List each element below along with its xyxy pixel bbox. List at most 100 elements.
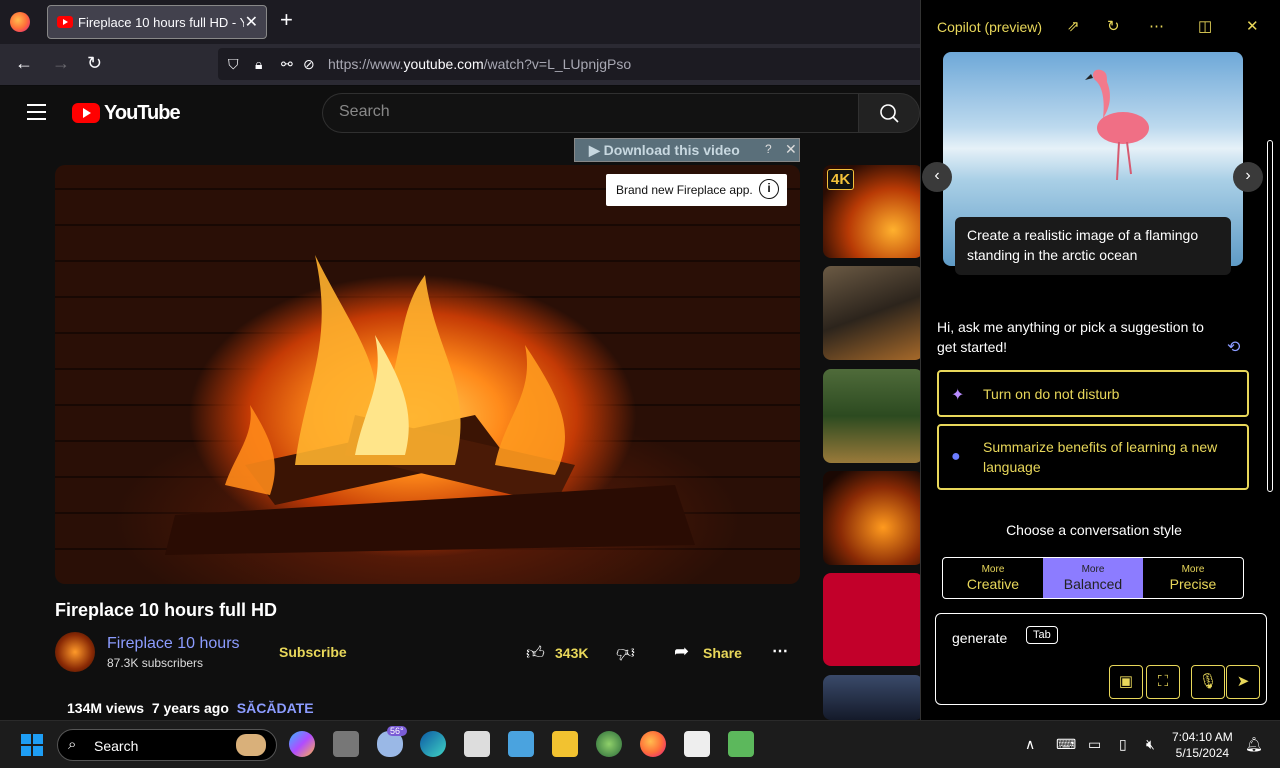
thumbnail-forest[interactable] bbox=[823, 369, 920, 463]
send-icon[interactable]: ➤ bbox=[1226, 665, 1260, 699]
thumbnail-window[interactable] bbox=[823, 675, 920, 720]
permissions-icon[interactable]: ⚯ bbox=[281, 56, 293, 73]
app-popup-text: Brand new Fireplace app. bbox=[616, 183, 753, 197]
search-button[interactable] bbox=[858, 93, 920, 133]
video-meta: 134M views 7 years ago SĂCĂDATE bbox=[67, 700, 314, 716]
network-icon[interactable]: ▯ bbox=[1119, 736, 1127, 753]
conversation-style-header: Choose a conversation style bbox=[1006, 522, 1182, 538]
chevron-up-icon[interactable]: ∧ bbox=[1025, 736, 1035, 753]
search-icon: ⌕ bbox=[68, 736, 77, 753]
refresh-suggestions-icon[interactable]: ⟲ bbox=[1227, 337, 1240, 357]
subscriber-count: 87.3K subscribers bbox=[107, 656, 204, 670]
video-player[interactable] bbox=[55, 165, 800, 584]
terminal-icon[interactable] bbox=[464, 731, 490, 757]
forward-arrow-icon[interactable]: → bbox=[52, 53, 70, 74]
spreadsheet-app-icon[interactable] bbox=[728, 731, 754, 757]
upload-age: 7 years ago bbox=[151, 700, 229, 716]
subscribe-button[interactable]: Subscribe bbox=[279, 644, 347, 660]
style-prefix: More bbox=[1081, 564, 1105, 575]
download-close-icon[interactable]: ✕ bbox=[785, 141, 797, 158]
browser-tab-bar: Fireplace 10 hours full HD - YouTube ✕ + bbox=[0, 0, 920, 44]
thumbnail-red[interactable] bbox=[823, 573, 920, 666]
close-icon[interactable]: ✕ bbox=[1246, 17, 1259, 35]
channel-avatar[interactable] bbox=[55, 632, 95, 672]
refresh-icon[interactable]: ↻ bbox=[1107, 17, 1120, 35]
like-count[interactable]: 343K bbox=[555, 645, 588, 661]
suggestion-label: Turn on do not disturb bbox=[983, 386, 1120, 402]
control-panel-icon[interactable] bbox=[508, 731, 534, 757]
back-arrow-icon[interactable]: ← bbox=[15, 53, 33, 74]
info-icon[interactable]: i bbox=[759, 179, 779, 199]
greeting-text: Hi, ask me anything or pick a suggestion… bbox=[937, 319, 1204, 355]
copilot-scrollbar[interactable] bbox=[1267, 140, 1273, 492]
more-actions-icon[interactable]: ⋯ bbox=[772, 641, 788, 661]
firefox-logo-icon[interactable] bbox=[10, 12, 30, 32]
more-options-icon[interactable]: ⋯ bbox=[1149, 17, 1164, 35]
fire-logs-image bbox=[165, 255, 695, 555]
add-image-icon[interactable]: ▣ bbox=[1109, 665, 1143, 699]
suggestion-do-not-disturb[interactable]: ✦ Turn on do not disturb bbox=[937, 370, 1249, 417]
style-balanced-button[interactable]: More Balanced bbox=[1043, 558, 1143, 598]
search-input[interactable] bbox=[339, 103, 839, 121]
thumbnail-fire[interactable] bbox=[823, 471, 920, 565]
thumbnail-fireplace-4k[interactable]: 4K bbox=[823, 165, 920, 258]
youtube-wordmark[interactable]: YouTube bbox=[104, 102, 181, 125]
microphone-icon[interactable]: 🎙︎ bbox=[1191, 665, 1225, 699]
reload-icon[interactable]: ↻ bbox=[87, 53, 102, 74]
lock-icon[interactable]: 🔒︎ bbox=[255, 56, 262, 73]
open-external-icon[interactable]: ⇗ bbox=[1067, 17, 1080, 35]
style-precise-button[interactable]: More Precise bbox=[1143, 558, 1243, 598]
shield-icon[interactable]: ⛉ bbox=[228, 56, 239, 73]
menu-icon[interactable] bbox=[27, 104, 46, 125]
edge-icon[interactable] bbox=[420, 731, 446, 757]
fireplace-app-popup[interactable]: Brand new Fireplace app. i bbox=[606, 174, 787, 206]
copilot-taskbar-icon[interactable] bbox=[289, 731, 315, 757]
file-explorer-icon[interactable] bbox=[552, 731, 578, 757]
share-button[interactable]: Share bbox=[703, 645, 742, 661]
download-video-label[interactable]: ▶ Download this video bbox=[589, 142, 740, 159]
tab-close-button[interactable]: ✕ bbox=[245, 12, 258, 32]
notepad-icon[interactable] bbox=[684, 731, 710, 757]
carousel-next-icon[interactable]: › bbox=[1233, 162, 1263, 192]
channel-name-link[interactable]: Fireplace 10 hours bbox=[107, 635, 240, 653]
task-view-icon[interactable] bbox=[333, 731, 359, 757]
like-icon[interactable]: 👍︎ bbox=[526, 642, 545, 664]
video-tag-link[interactable]: SĂCĂDATE bbox=[237, 700, 314, 716]
clock[interactable]: 7:04:10 AM 5/15/2024 bbox=[1172, 729, 1233, 761]
clock-time: 7:04:10 AM bbox=[1172, 730, 1233, 744]
chat-input[interactable]: generate Tab ▣ ⛶ 🎙︎ ➤ bbox=[935, 613, 1267, 705]
dislike-icon[interactable]: 👍︎ bbox=[616, 642, 635, 664]
taskbar-search[interactable]: ⌕ Search bbox=[57, 729, 277, 761]
clock-date: 5/15/2024 bbox=[1175, 746, 1230, 760]
url-text[interactable]: https://www.youtube.com/watch?v=L_LUpnjg… bbox=[328, 56, 631, 72]
carousel-prev-icon[interactable]: ‹ bbox=[922, 162, 952, 192]
download-help-icon[interactable]: ? bbox=[765, 142, 772, 156]
tab-autocomplete-hint: Tab bbox=[1026, 626, 1058, 644]
start-button-icon[interactable] bbox=[21, 734, 43, 756]
thumbnail-cozy-room[interactable] bbox=[823, 266, 920, 360]
screenshot-icon[interactable]: ⛶ bbox=[1146, 665, 1180, 699]
notification-bell-icon[interactable]: 🔔︎ bbox=[1245, 736, 1263, 753]
download-video-bar[interactable]: ▶ Download this video ? ✕ bbox=[574, 138, 800, 162]
style-creative-button[interactable]: More Creative bbox=[943, 558, 1043, 598]
youtube-logo-icon[interactable] bbox=[72, 103, 100, 123]
address-bar[interactable]: ⛉ 🔒︎ ⚯ ⊘ https://www.youtube.com/watch?v… bbox=[218, 48, 920, 80]
share-icon[interactable]: ➦ bbox=[674, 641, 689, 662]
volume-muted-icon[interactable]: 🔇︎ bbox=[1146, 736, 1155, 753]
globe-app-icon[interactable] bbox=[596, 731, 622, 757]
taskbar-search-label: Search bbox=[94, 738, 139, 754]
conversation-style-selector: More Creative More Balanced More Precise bbox=[942, 557, 1244, 599]
hero-caption[interactable]: Create a realistic image of a flamingo s… bbox=[955, 217, 1231, 275]
firefox-taskbar-icon[interactable] bbox=[640, 731, 666, 757]
suggestion-summarize-language[interactable]: ● Summarize benefits of learning a new l… bbox=[937, 424, 1249, 490]
new-tab-button[interactable]: + bbox=[280, 9, 293, 31]
dock-panel-icon[interactable]: ◫ bbox=[1198, 17, 1212, 35]
browser-tab-youtube[interactable]: Fireplace 10 hours full HD - YouTube ✕ bbox=[47, 5, 267, 39]
keyboard-icon[interactable]: ⌨ bbox=[1056, 736, 1076, 753]
chat-bubbles-icon: ● bbox=[951, 448, 961, 465]
style-prefix: More bbox=[1181, 564, 1205, 575]
autoplay-blocked-icon[interactable]: ⊘ bbox=[303, 56, 315, 73]
style-label: Precise bbox=[1169, 576, 1217, 592]
chat-input-text[interactable]: generate bbox=[952, 630, 1007, 646]
battery-icon[interactable]: ▭ bbox=[1088, 736, 1101, 753]
